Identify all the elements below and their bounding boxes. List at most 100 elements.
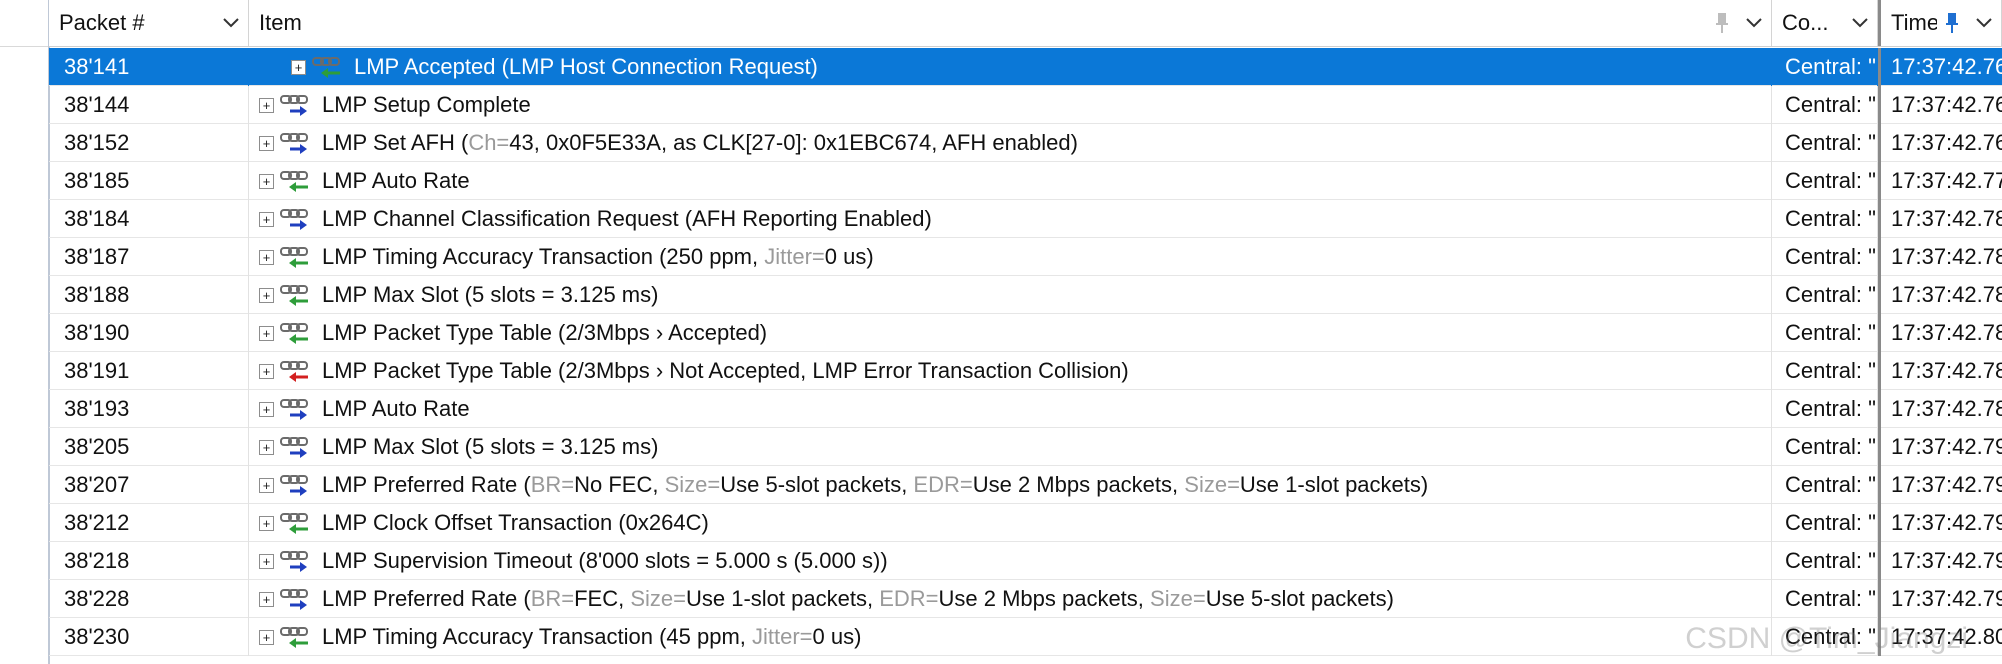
lmp-link-direction-icon <box>280 587 310 611</box>
time-cell: 17:37:42.787... <box>1878 390 2002 428</box>
packet-number-cell: 38'141 <box>49 48 249 86</box>
expand-plus-icon[interactable]: + <box>291 59 306 75</box>
chevron-down-icon[interactable] <box>1967 0 2001 46</box>
table-row[interactable]: 38'152 + LMP Set AFH (Ch=43, 0x0F5E33A, as… <box>49 124 2002 162</box>
column-header-item[interactable]: Item <box>249 0 1772 46</box>
pin-icon[interactable] <box>1937 0 1967 46</box>
chevron-down-icon[interactable] <box>1737 0 1771 46</box>
lmp-link-direction-icon <box>280 625 310 649</box>
field-name-label: EDR= <box>879 586 939 611</box>
column-header-packet[interactable]: Packet # <box>49 0 249 46</box>
item-text: LMP Setup Complete <box>322 92 531 117</box>
expand-plus-icon[interactable]: + <box>259 173 274 189</box>
lmp-link-direction-icon <box>280 549 310 573</box>
item-text: LMP Packet Type Table (2/3Mbps › Accepte… <box>322 320 768 345</box>
expand-plus-icon[interactable]: + <box>259 287 274 303</box>
table-row[interactable]: 38'184 + LMP Channel Classification Reques… <box>49 200 2002 238</box>
field-name-label: EDR= <box>913 472 973 497</box>
table-row[interactable]: 38'218 + LMP Supervision Timeout (8'000 sl… <box>49 542 2002 580</box>
item-text: Use 1-slot packets, <box>686 586 880 611</box>
expand-plus-icon[interactable]: + <box>259 135 274 151</box>
field-name-label: BR= <box>530 586 575 611</box>
item-text: LMP Timing Accuracy Transaction (45 ppm, <box>322 624 752 649</box>
table-row[interactable]: 38'141 + LMP Accepted (LMP Host Connection… <box>49 48 2002 86</box>
expand-plus-icon[interactable]: + <box>259 477 274 493</box>
packet-number-cell: 38'188 <box>49 276 249 314</box>
time-cell: 17:37:42.765... <box>1878 48 2002 86</box>
expand-plus-icon[interactable]: + <box>259 249 274 265</box>
time-cell: 17:37:42.792... <box>1878 428 2002 466</box>
time-cell: 17:37:42.766... <box>1878 86 2002 124</box>
expand-plus-icon[interactable]: + <box>259 553 274 569</box>
connection-cell: Central: " <box>1772 542 1878 580</box>
item-text: 43, 0x0F5E33A, as CLK[27-0]: 0x1EBC674, … <box>509 130 1078 155</box>
table-row[interactable]: 38'187 + LMP Timing Accuracy Transaction (… <box>49 238 2002 276</box>
packet-number-cell: 38'212 <box>49 504 249 542</box>
table-row[interactable]: 38'144 + LMP Setup Complete Central: " 17:37… <box>49 86 2002 124</box>
expand-plus-icon[interactable]: + <box>259 363 274 379</box>
item-cell: + LMP Auto Rate <box>249 390 1772 428</box>
connection-cell: Central: " <box>1772 238 1878 276</box>
expand-plus-icon[interactable]: + <box>259 211 274 227</box>
field-name-label: Ch= <box>468 130 510 155</box>
chevron-down-icon[interactable] <box>1843 0 1877 46</box>
time-cell: 17:37:42.770... <box>1878 162 2002 200</box>
time-cell: 17:37:42.793... <box>1878 466 2002 504</box>
packet-number-cell: 38'184 <box>49 200 249 238</box>
packet-number-cell: 38'190 <box>49 314 249 352</box>
item-text: No FEC, <box>574 472 665 497</box>
item-cell: + LMP Packet Type Table (2/3Mbps › Not Ac… <box>249 352 1772 390</box>
lmp-link-direction-icon <box>280 435 310 459</box>
lmp-link-direction-icon <box>280 131 310 155</box>
chevron-down-icon[interactable] <box>214 0 248 46</box>
lmp-link-direction-icon <box>280 245 310 269</box>
item-description: LMP Timing Accuracy Transaction (250 ppm… <box>322 244 874 270</box>
expand-plus-icon[interactable]: + <box>259 629 274 645</box>
table-row[interactable]: 38'228 + LMP Preferred Rate (BR=FEC, Size=… <box>49 580 2002 618</box>
item-cell: + LMP Auto Rate <box>249 162 1772 200</box>
table-row[interactable]: 38'207 + LMP Preferred Rate (BR=No FEC, Si… <box>49 466 2002 504</box>
expand-plus-icon[interactable]: + <box>259 515 274 531</box>
table-row[interactable]: 38'190 + LMP Packet Type Table (2/3Mbps › … <box>49 314 2002 352</box>
item-description: LMP Max Slot (5 slots = 3.125 ms) <box>322 282 658 308</box>
column-header-time[interactable]: Time <box>1878 0 2002 46</box>
item-cell: + LMP Timing Accuracy Transaction (250 pp… <box>249 238 1772 276</box>
time-cell: 17:37:42.769... <box>1878 124 2002 162</box>
expand-plus-icon[interactable]: + <box>259 439 274 455</box>
table-row[interactable]: 38'185 + LMP Auto Rate Central: " 17:37:42.7… <box>49 162 2002 200</box>
connection-cell: Central: " <box>1772 390 1878 428</box>
item-text: LMP Clock Offset Transaction (0x264C) <box>322 510 709 535</box>
item-description: LMP Max Slot (5 slots = 3.125 ms) <box>322 434 658 460</box>
packet-number-cell: 38'228 <box>49 580 249 618</box>
connection-cell: Central: " <box>1772 200 1878 238</box>
time-cell: 17:37:42.786... <box>1878 352 2002 390</box>
expand-plus-icon[interactable]: + <box>259 591 274 607</box>
item-text: LMP Auto Rate <box>322 168 470 193</box>
expand-plus-icon[interactable]: + <box>259 325 274 341</box>
pin-icon[interactable] <box>1707 0 1737 46</box>
table-row[interactable]: 38'230 + LMP Timing Accuracy Transaction (… <box>49 618 2002 656</box>
item-text: LMP Preferred Rate ( <box>322 586 531 611</box>
table-row[interactable]: 38'212 + LMP Clock Offset Transaction (0x2… <box>49 504 2002 542</box>
connection-cell: Central: " <box>1772 276 1878 314</box>
item-description: LMP Packet Type Table (2/3Mbps › Accepte… <box>322 320 767 346</box>
table-row[interactable]: 38'188 + LMP Max Slot (5 slots = 3.125 ms)… <box>49 276 2002 314</box>
item-text: LMP Channel Classification Request (AFH … <box>322 206 932 231</box>
expand-plus-icon[interactable]: + <box>259 97 274 113</box>
item-text: Use 2 Mbps packets, <box>938 586 1151 611</box>
lmp-link-direction-icon <box>312 55 342 79</box>
item-description: LMP Channel Classification Request (AFH … <box>322 206 932 232</box>
column-header-connection[interactable]: Co... <box>1772 0 1878 46</box>
gutter-corner <box>0 0 48 47</box>
table-row[interactable]: 38'193 + LMP Auto Rate Central: " 17:37:42.7… <box>49 390 2002 428</box>
connection-cell: Central: " <box>1772 314 1878 352</box>
item-description: LMP Auto Rate <box>322 396 470 422</box>
item-description: LMP Clock Offset Transaction (0x264C) <box>322 510 709 536</box>
table-row[interactable]: 38'191 + LMP Packet Type Table (2/3Mbps › … <box>49 352 2002 390</box>
table-row[interactable]: 38'205 + LMP Max Slot (5 slots = 3.125 ms)… <box>49 428 2002 466</box>
expand-plus-icon[interactable]: + <box>259 401 274 417</box>
time-cell: 17:37:42.794... <box>1878 504 2002 542</box>
item-cell: + LMP Supervision Timeout (8'000 slots = … <box>249 542 1772 580</box>
item-description: LMP Preferred Rate (BR=No FEC, Size=Use … <box>322 472 1428 498</box>
column-header-packet-label: Packet # <box>59 10 145 35</box>
